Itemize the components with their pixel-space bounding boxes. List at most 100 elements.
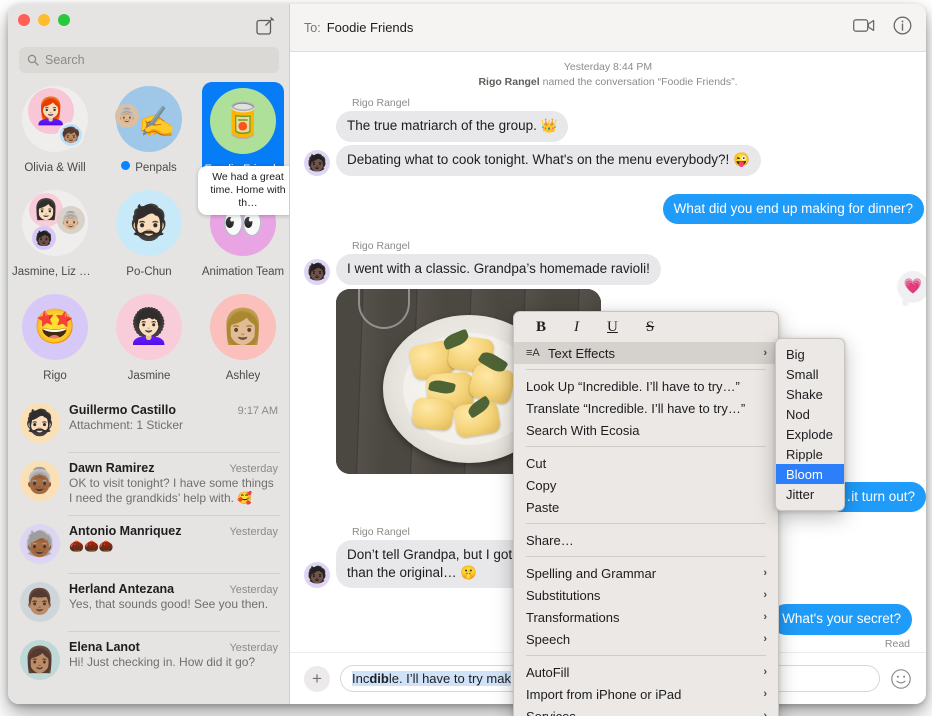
menu-item-spelling-and-grammar[interactable]: Spelling and Grammar › [514, 562, 778, 584]
list-item-time: 9:17 AM [238, 405, 278, 417]
message-bubble-incoming[interactable]: I went with a classic. Grandpa’s homemad… [336, 254, 661, 285]
context-menu[interactable]: B I U S ≡A Text Effects › Look Up “Incre… [513, 311, 779, 716]
list-item[interactable]: 👨🏽 Herland Antezana Yesterday Yes, that … [8, 573, 290, 631]
zoom-button[interactable] [58, 14, 70, 26]
search-placeholder: Search [45, 53, 85, 67]
menu-separator [526, 556, 766, 557]
menu-item-label: Copy [526, 478, 767, 493]
menu-item-autofill[interactable]: AutoFill › [514, 661, 778, 683]
submenu-item-explode[interactable]: Explode [776, 424, 844, 444]
menu-item-services[interactable]: Services › [514, 705, 778, 716]
menu-item-import-from-iphone-or-ipad[interactable]: Import from iPhone or iPad › [514, 683, 778, 705]
submenu-item-label: Shake [786, 387, 823, 402]
pinned-penpals[interactable]: We had a great time. Home with th… 👵🏼 ✍️… [102, 82, 196, 184]
message-bubble-outgoing[interactable]: What did you end up making for dinner? [663, 194, 924, 225]
menu-item-share[interactable]: Share… [514, 529, 778, 551]
menu-item-label: Look Up “Incredible. I’ll have to try…” [526, 379, 767, 394]
list-item-preview: Attachment: 1 Sticker [69, 418, 278, 433]
tapback-reaction[interactable]: 💗 [898, 271, 926, 301]
avatar: 👩🏻‍🦰 🧒🏽 [22, 86, 88, 152]
pinned-jasmine[interactable]: 👩🏻‍🦱 Jasmine [102, 290, 196, 392]
chevron-right-icon: › [763, 589, 767, 601]
submenu-item-label: Ripple [786, 447, 823, 462]
avatar: 👩🏽 [20, 640, 60, 680]
smiley-icon[interactable] [890, 668, 912, 690]
menu-item-search-with-ecosia[interactable]: Search With Ecosia [514, 419, 778, 441]
text-effects-submenu[interactable]: Big Small Shake Nod Explode Ripple Bloom… [775, 338, 845, 511]
menu-item-text-effects[interactable]: ≡A Text Effects › [514, 342, 778, 364]
avatar: 👩🏼 [210, 294, 276, 360]
memoji-blue-glasses-icon: 👩🏻‍🦱 [128, 310, 170, 344]
list-item[interactable]: 👵🏾 Dawn Ramirez Yesterday OK to visit to… [8, 452, 290, 515]
pinned-ashley[interactable]: 👩🏼 Ashley [196, 290, 290, 392]
canned-food-icon: 🥫 [222, 104, 264, 138]
menu-item-label: Services [526, 709, 755, 716]
avatar: 🧑🏿 [304, 562, 330, 588]
list-item-time: Yesterday [229, 526, 278, 538]
message-sender: Rigo Rangel [352, 240, 912, 252]
compose-icon[interactable] [255, 16, 275, 36]
avatar: 🧓🏾 [20, 524, 60, 564]
list-item[interactable]: 🧔🏻 Guillermo Castillo 9:17 AM Attachment… [8, 394, 290, 452]
menu-item-label: Cut [526, 456, 767, 471]
italic-button[interactable]: I [574, 320, 579, 335]
list-item[interactable]: 👩🏽 Elena Lanot Yesterday Hi! Just checki… [8, 631, 290, 689]
submenu-item-label: Small [786, 367, 819, 382]
menu-item-substitutions[interactable]: Substitutions › [514, 584, 778, 606]
chevron-right-icon: › [763, 688, 767, 700]
menu-item-label: Speech [526, 632, 755, 647]
memoji-star-glasses-icon: 🤩 [34, 310, 76, 344]
avatar: 🧔🏻 [20, 403, 60, 443]
strikethrough-button[interactable]: S [646, 320, 654, 335]
pinned-po-chun[interactable]: 🧔🏻 Po-Chun [102, 186, 196, 288]
pinned-conversations: 👩🏻‍🦰 🧒🏽 Olivia & Will We had a great tim… [8, 82, 290, 392]
menu-item-cut[interactable]: Cut [514, 452, 778, 474]
menu-item-speech[interactable]: Speech › [514, 628, 778, 650]
menu-item-transformations[interactable]: Transformations › [514, 606, 778, 628]
pinned-label: Ashley [226, 370, 261, 382]
search-icon [27, 54, 39, 66]
close-button[interactable] [18, 14, 30, 26]
submenu-item-nod[interactable]: Nod [776, 404, 844, 424]
video-camera-icon[interactable] [853, 18, 875, 38]
underline-button[interactable]: U [607, 320, 618, 335]
system-actor: Rigo Rangel [478, 76, 539, 88]
minimize-button[interactable] [38, 14, 50, 26]
list-item[interactable]: 🧓🏾 Antonio Manriquez Yesterday 🌰🌰🌰 [8, 515, 290, 573]
pinned-olivia-will[interactable]: 👩🏻‍🦰 🧒🏽 Olivia & Will [8, 82, 102, 184]
list-item-name: Guillermo Castillo [69, 403, 176, 417]
submenu-item-big[interactable]: Big [776, 344, 844, 364]
message-bubble-incoming[interactable]: The true matriarch of the group. 👑 [336, 111, 568, 142]
pinned-rigo[interactable]: 🤩 Rigo [8, 290, 102, 392]
draft-prefix: Inc [352, 671, 369, 686]
pinned-label: Po-Chun [126, 266, 171, 278]
plus-icon[interactable]: + [304, 666, 330, 692]
avatar: 👨🏽 [20, 582, 60, 622]
avatar: 🧑🏿 [304, 259, 330, 285]
search-input[interactable]: Search [19, 47, 279, 73]
menu-item-translate[interactable]: Translate “Incredible. I’ll have to try…… [514, 397, 778, 419]
menu-separator [526, 523, 766, 524]
info-icon[interactable] [893, 16, 912, 40]
menu-item-label: Translate “Incredible. I’ll have to try…… [526, 401, 767, 416]
thread-timestamp: Yesterday 8:44 PM [304, 60, 912, 75]
chevron-right-icon: › [763, 710, 767, 716]
menu-item-label: Import from iPhone or iPad [526, 687, 755, 702]
message-bubble-incoming[interactable]: Debating what to cook tonight. What's on… [336, 145, 761, 176]
submenu-item-small[interactable]: Small [776, 364, 844, 384]
submenu-item-shake[interactable]: Shake [776, 384, 844, 404]
message-bubble-outgoing[interactable]: What's your secret? [771, 604, 912, 635]
menu-item-look-up[interactable]: Look Up “Incredible. I’ll have to try…” [514, 375, 778, 397]
pinned-jasmine-liz-group[interactable]: 👩🏻 👵🏼 🧑🏿 Jasmine, Liz &… [8, 186, 102, 288]
menu-item-copy[interactable]: Copy [514, 474, 778, 496]
bold-button[interactable]: B [536, 320, 546, 335]
pinned-label: Rigo [43, 370, 67, 382]
list-item-time: Yesterday [229, 463, 278, 475]
list-item-name: Elena Lanot [69, 640, 140, 654]
submenu-item-bloom[interactable]: Bloom [776, 464, 844, 484]
pinned-label: Jasmine, Liz &… [12, 266, 98, 278]
submenu-item-ripple[interactable]: Ripple [776, 444, 844, 464]
sidebar: Search 👩🏻‍🦰 🧒🏽 Olivia & Will We had [8, 4, 290, 704]
submenu-item-jitter[interactable]: Jitter [776, 484, 844, 504]
menu-item-paste[interactable]: Paste [514, 496, 778, 518]
